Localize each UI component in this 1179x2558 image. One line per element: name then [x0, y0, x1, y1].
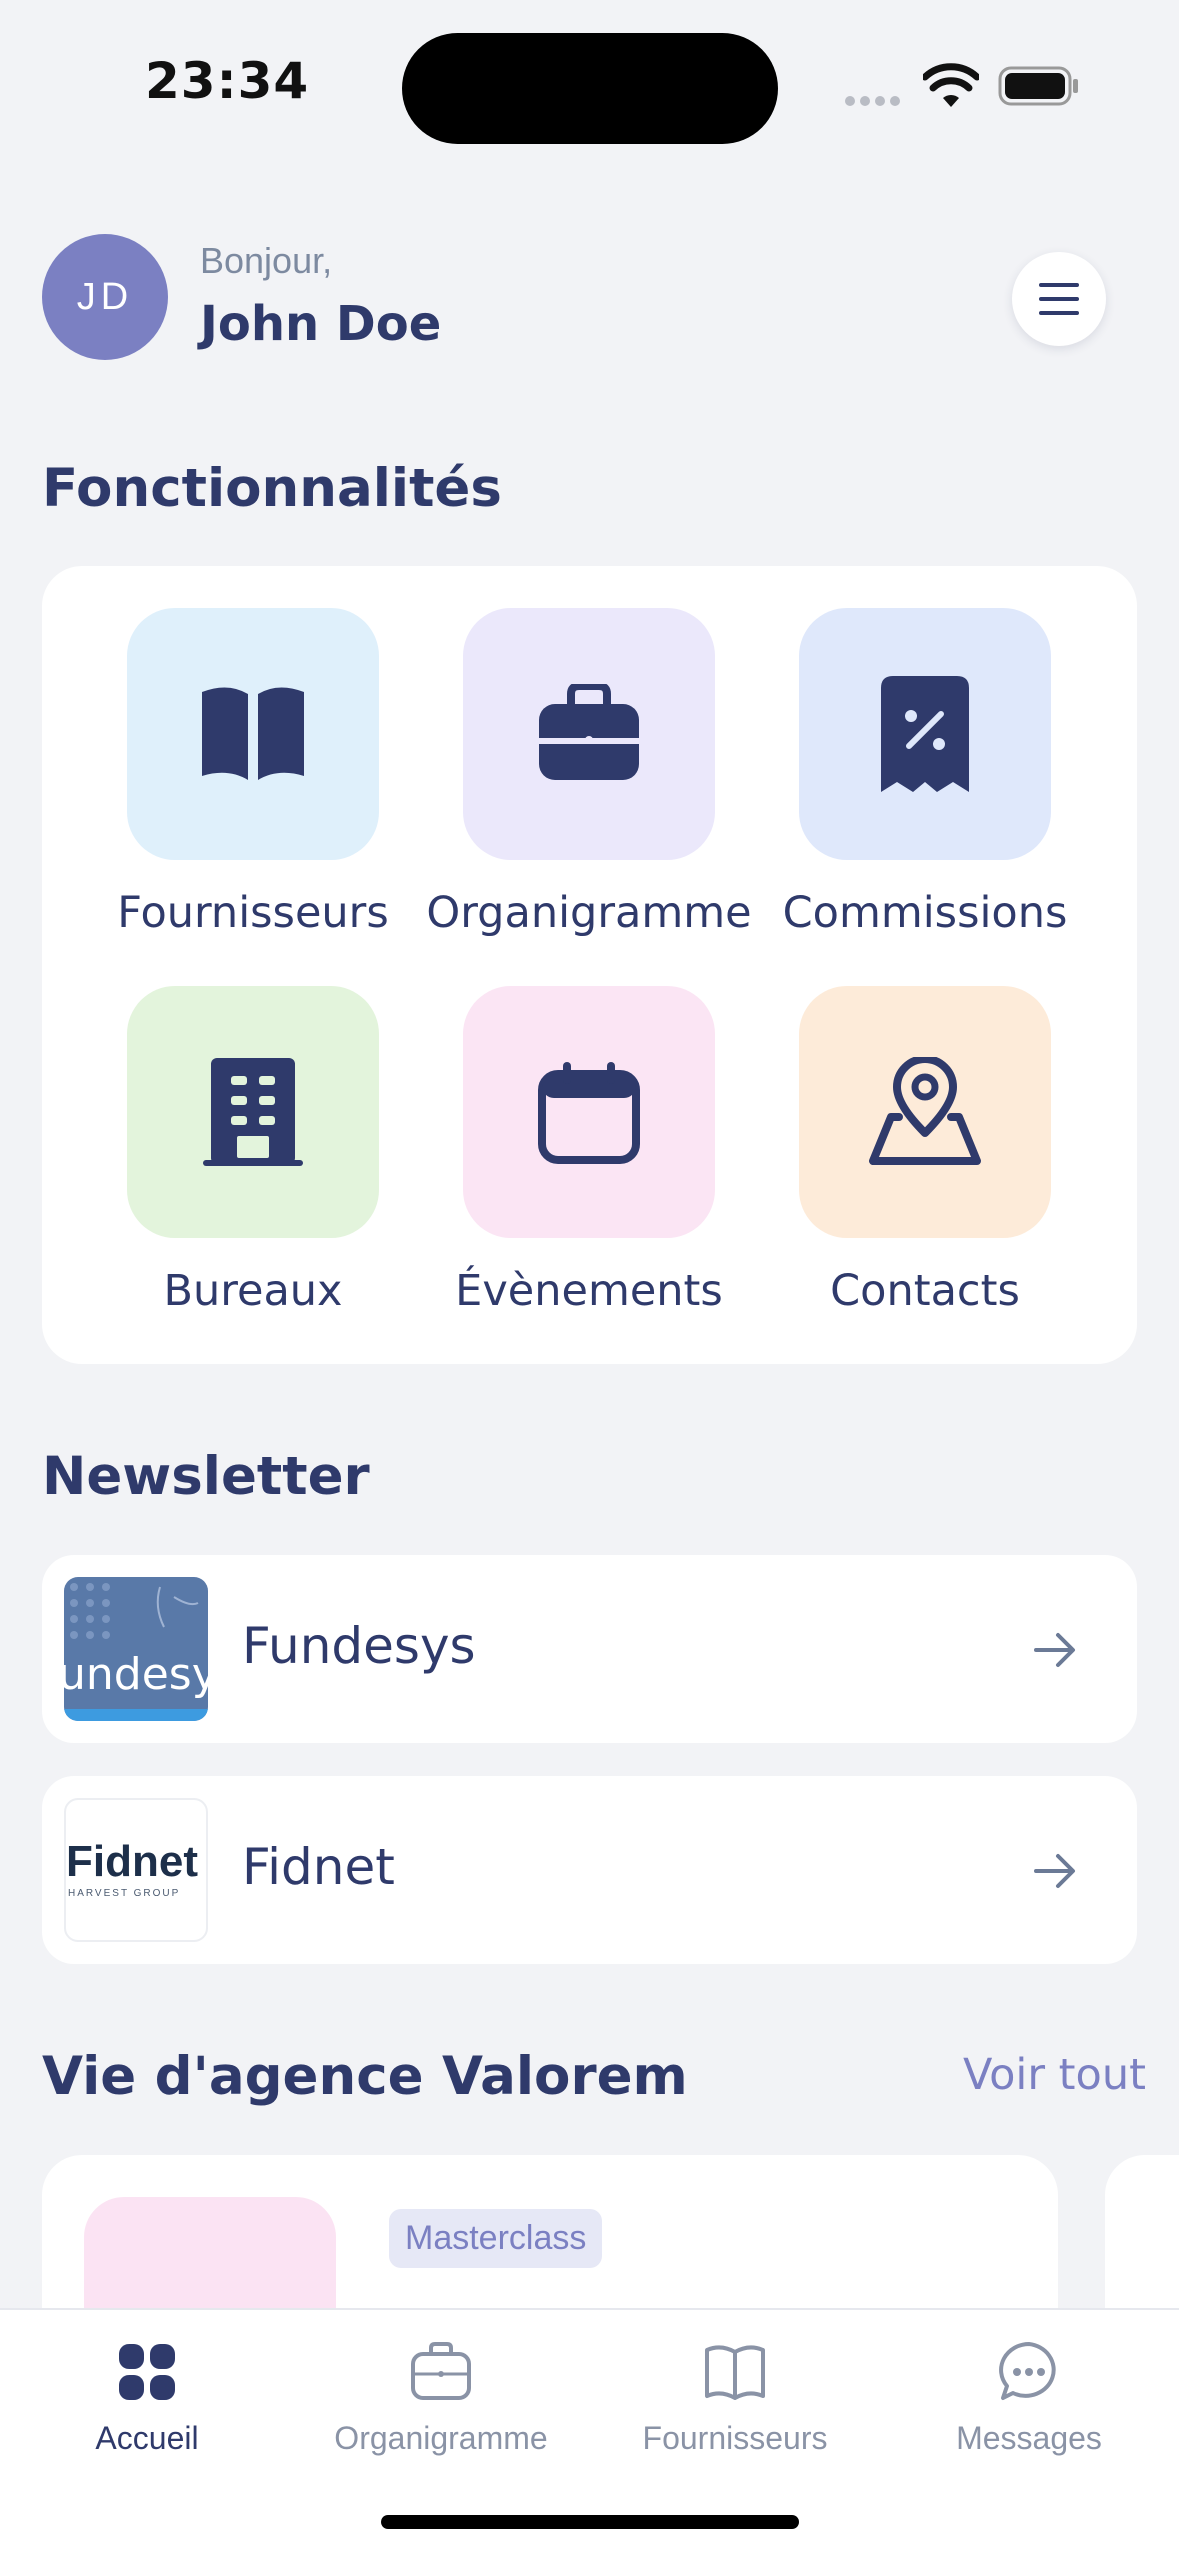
- feature-label-commissions: Commissions: [782, 888, 1068, 938]
- svg-text:undesy: undesy: [64, 1649, 208, 1700]
- feature-label-evenements: Évènements: [455, 1266, 723, 1316]
- nav-tab-accueil[interactable]: Accueil: [0, 2310, 294, 2490]
- nav-label: Accueil: [95, 2420, 199, 2456]
- menu-button[interactable]: [1012, 252, 1106, 346]
- wifi-icon: [923, 63, 979, 107]
- nav-tab-messages[interactable]: Messages: [882, 2310, 1176, 2490]
- home-indicator: [381, 2515, 799, 2529]
- newsletter-name: Fidnet: [242, 1838, 395, 1896]
- feature-tile-commissions[interactable]: [799, 608, 1051, 860]
- map-pin-icon: [869, 1057, 981, 1165]
- svg-text:Fidnet: Fidnet: [66, 1837, 198, 1886]
- receipt-percent-icon: [881, 676, 969, 792]
- nav-tab-organigramme[interactable]: Organigramme: [294, 2310, 588, 2490]
- feature-label-fournisseurs: Fournisseurs: [117, 888, 389, 938]
- arrow-right-icon: [1034, 1854, 1075, 1888]
- event-category-badge: Masterclass: [389, 2209, 603, 2268]
- book-icon: [202, 687, 304, 780]
- status-time: 23:34: [145, 52, 310, 110]
- cellular-signal-icon: [845, 93, 905, 111]
- features-title: Fonctionnalités: [42, 458, 502, 519]
- chat-bubble-icon: [999, 2342, 1056, 2400]
- nav-label: Organigramme: [334, 2420, 548, 2456]
- svg-text:HARVEST GROUP: HARVEST GROUP: [68, 1888, 180, 1899]
- hamburger-icon: [1039, 283, 1079, 315]
- agency-title: Vie d'agence Valorem: [42, 2046, 688, 2107]
- feature-tile-contacts[interactable]: [799, 986, 1051, 1238]
- feature-label-bureaux: Bureaux: [163, 1266, 343, 1316]
- fidnet-logo: Fidnet HARVEST GROUP: [64, 1798, 208, 1942]
- feature-label-organigramme: Organigramme: [426, 888, 752, 938]
- feature-tile-fournisseurs[interactable]: [127, 608, 379, 860]
- briefcase-icon: [411, 2342, 471, 2400]
- newsletter-item-fundesys[interactable]: undesy Fundesys: [42, 1555, 1137, 1743]
- avatar[interactable]: JD: [42, 234, 168, 360]
- feature-label-contacts: Contacts: [830, 1266, 1020, 1316]
- user-name: John Doe: [200, 296, 442, 352]
- calendar-icon: [538, 1062, 640, 1164]
- fundesys-logo: undesy: [64, 1577, 208, 1721]
- dynamic-island: [402, 33, 778, 144]
- battery-icon: [998, 66, 1078, 106]
- arrow-right-icon: [1034, 1633, 1075, 1667]
- newsletter-title: Newsletter: [42, 1446, 370, 1507]
- newsletter-name: Fundesys: [242, 1617, 476, 1675]
- grid-icon: [119, 2344, 175, 2400]
- greeting: Bonjour,: [200, 240, 333, 281]
- book-icon: [705, 2345, 765, 2400]
- building-icon: [203, 1058, 303, 1166]
- nav-label: Messages: [956, 2420, 1102, 2456]
- briefcase-icon: [539, 684, 639, 780]
- see-all-link[interactable]: Voir tout: [963, 2050, 1146, 2100]
- features-card: Fournisseurs Organigramme Commissions Bu…: [42, 566, 1137, 1364]
- nav-label: Fournisseurs: [642, 2420, 828, 2456]
- feature-tile-evenements[interactable]: [463, 986, 715, 1238]
- feature-tile-bureaux[interactable]: [127, 986, 379, 1238]
- nav-tab-fournisseurs[interactable]: Fournisseurs: [588, 2310, 882, 2490]
- newsletter-item-fidnet[interactable]: Fidnet HARVEST GROUP Fidnet: [42, 1776, 1137, 1964]
- feature-tile-organigramme[interactable]: [463, 608, 715, 860]
